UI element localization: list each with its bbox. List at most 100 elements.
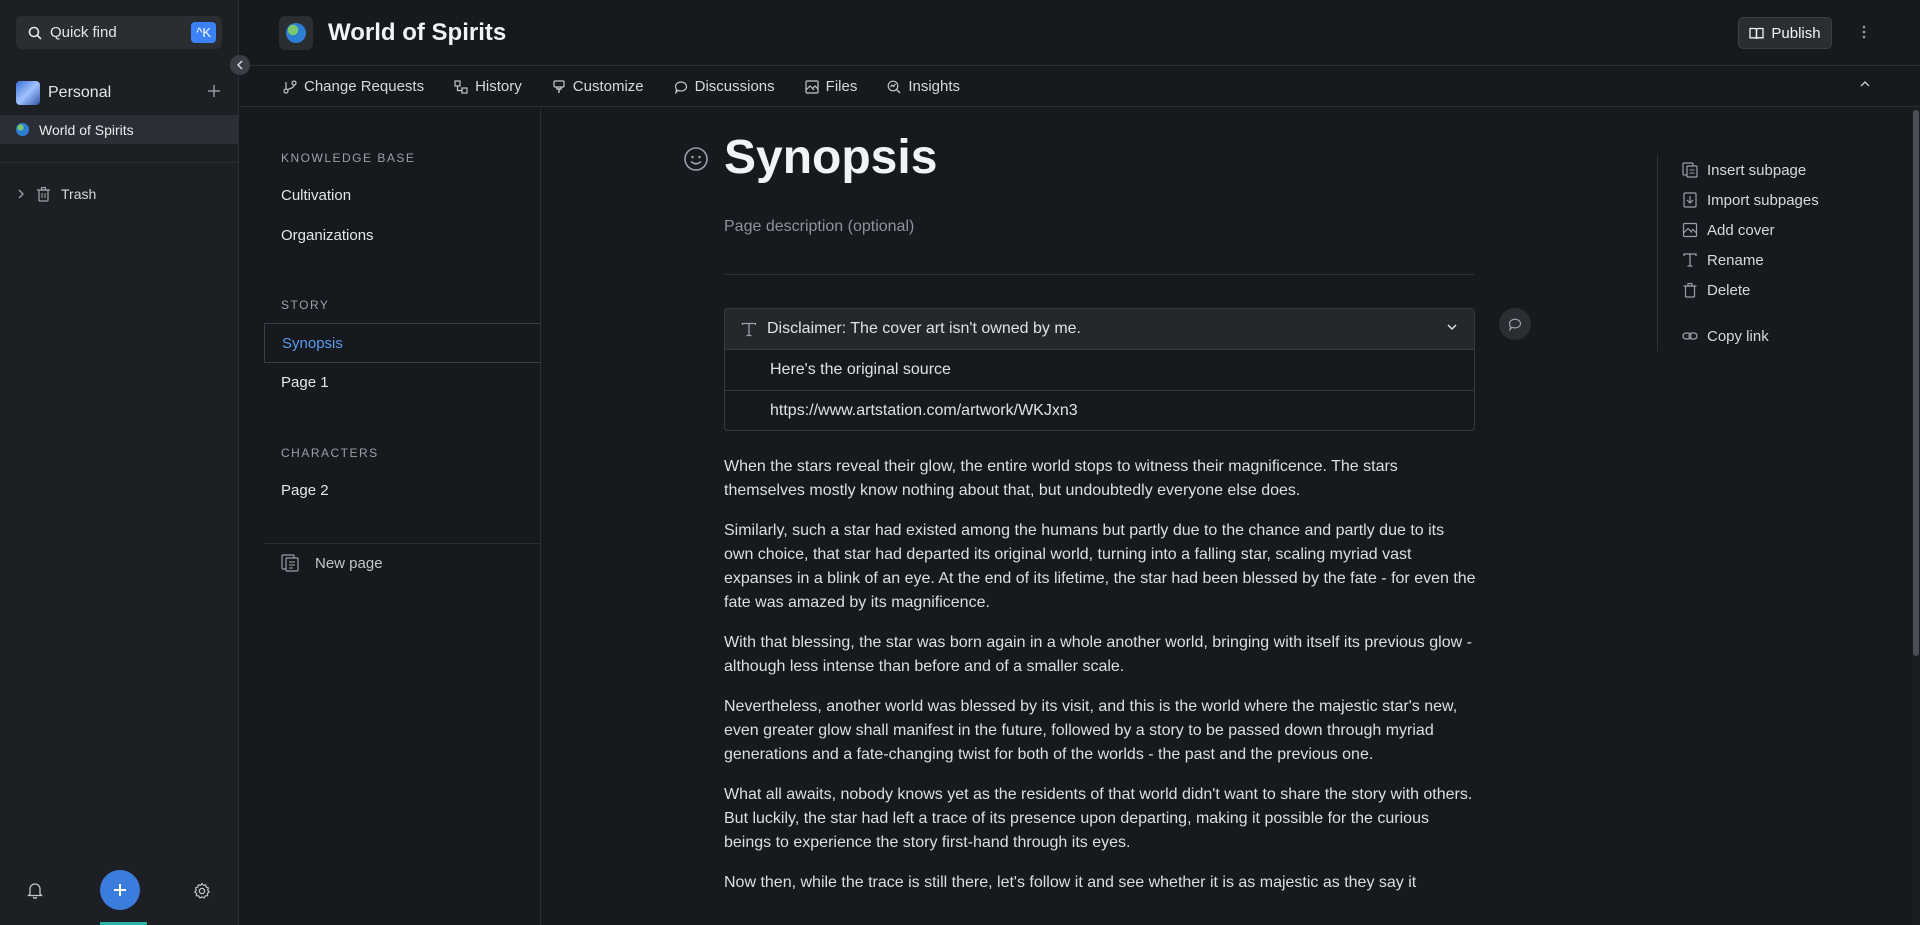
tab-change-requests[interactable]: Change Requests	[283, 78, 424, 95]
emoji-picker-icon[interactable]	[683, 146, 709, 172]
page-description-input[interactable]: Page description (optional)	[724, 218, 914, 236]
comment-icon	[1508, 318, 1522, 331]
section-label-characters: CHARACTERS	[281, 446, 379, 460]
page-item-label: Synopsis	[282, 334, 343, 352]
create-button[interactable]	[100, 870, 140, 910]
new-page-label: New page	[315, 554, 383, 572]
tab-label: Insights	[908, 78, 961, 95]
paragraph: Nevertheless, another world was blessed …	[724, 698, 1458, 763]
delete-button[interactable]: Delete	[1682, 275, 1819, 305]
globe-icon	[286, 23, 306, 43]
expandable-row: Here's the original source	[770, 361, 951, 378]
search-icon	[28, 26, 42, 40]
paragraph: When the stars reveal their glow, the en…	[724, 458, 1398, 499]
action-label: Add cover	[1707, 221, 1775, 239]
brush-icon	[552, 79, 566, 94]
tree-divider	[264, 543, 541, 544]
page-body: When the stars reveal their glow, the en…	[724, 455, 1476, 911]
chevron-right-icon[interactable]	[16, 189, 26, 199]
section-label-story: STORY	[281, 298, 330, 312]
page-title[interactable]: Synopsis	[724, 130, 937, 185]
sidebar-item-world-of-spirits[interactable]: World of Spirits	[0, 115, 239, 144]
action-label: Copy link	[1707, 327, 1769, 345]
history-icon	[454, 79, 468, 94]
page-item-page-1[interactable]: Page 1	[281, 374, 329, 391]
publish-label: Publish	[1771, 24, 1821, 42]
cover-icon	[1682, 222, 1698, 238]
title-divider	[724, 274, 1474, 275]
site-title: World of Spirits	[328, 19, 507, 46]
new-page-icon	[281, 554, 299, 572]
chevron-down-icon[interactable]	[1446, 323, 1458, 331]
tab-insights[interactable]: Insights	[887, 78, 960, 95]
sidebar-item-label: World of Spirits	[39, 121, 134, 138]
paragraph: Now then, while the trace is still there…	[724, 874, 1417, 891]
add-site-icon[interactable]	[206, 83, 222, 99]
branch-icon	[283, 79, 297, 94]
insert-subpage-button[interactable]: Insert subpage	[1682, 155, 1819, 185]
action-label: Rename	[1707, 251, 1764, 269]
app-sidebar: Quick find ^K Personal World of Spirits …	[0, 0, 239, 925]
collapse-sidebar-button[interactable]	[230, 55, 250, 75]
section-label-knowledge-base: KNOWLEDGE BASE	[281, 151, 416, 165]
comment-button[interactable]	[1499, 308, 1531, 340]
sidebar-footer	[0, 855, 239, 925]
tab-label: Customize	[572, 78, 644, 95]
tab-label: Change Requests	[304, 78, 425, 95]
site-header: World of Spirits Publish	[240, 0, 1920, 66]
chevron-up-icon[interactable]	[1860, 80, 1870, 88]
site-tabs: Change Requests History Customize Discus…	[240, 67, 1920, 107]
paragraph: What all awaits, nobody knows yet as the…	[724, 786, 1473, 851]
action-label: Delete	[1707, 281, 1751, 299]
import-subpages-button[interactable]: Import subpages	[1682, 185, 1819, 215]
new-page-button[interactable]: New page	[281, 554, 383, 572]
bell-icon[interactable]	[27, 882, 43, 899]
scrollbar-thumb[interactable]	[1913, 110, 1919, 656]
import-icon	[1682, 192, 1698, 208]
page-item-organizations[interactable]: Organizations	[281, 227, 374, 244]
quick-find-button[interactable]: Quick find ^K	[16, 16, 222, 49]
expandable-title: Disclaimer: The cover art isn't owned by…	[767, 320, 1081, 337]
tab-label: Discussions	[694, 78, 775, 95]
page-item-page-2[interactable]: Page 2	[281, 482, 329, 499]
tab-discussions[interactable]: Discussions	[674, 78, 775, 95]
link-icon	[1682, 328, 1698, 344]
copy-link-button[interactable]: Copy link	[1682, 321, 1819, 351]
chat-icon	[674, 80, 688, 94]
space-switcher[interactable]: Personal	[16, 81, 222, 105]
page-item-cultivation[interactable]: Cultivation	[281, 187, 351, 204]
action-label: Insert subpage	[1707, 161, 1807, 179]
tab-history[interactable]: History	[454, 78, 522, 95]
chevron-left-icon	[236, 60, 244, 70]
insert-subpage-icon	[1682, 162, 1698, 178]
text-icon	[1682, 252, 1698, 268]
add-cover-button[interactable]: Add cover	[1682, 215, 1819, 245]
space-avatar	[16, 81, 40, 105]
publish-button[interactable]: Publish	[1738, 17, 1832, 49]
gear-icon[interactable]	[193, 882, 211, 900]
text-icon	[741, 322, 757, 337]
space-name: Personal	[48, 84, 112, 101]
tab-customize[interactable]: Customize	[552, 78, 644, 95]
paragraph: With that blessing, the star was born ag…	[724, 634, 1472, 675]
expandable-block: Disclaimer: The cover art isn't owned by…	[724, 308, 1475, 431]
site-logo[interactable]	[279, 16, 313, 50]
paragraph: Similarly, such a star had existed among…	[724, 522, 1476, 611]
sidebar-item-trash[interactable]: Trash	[16, 186, 96, 202]
more-options-icon[interactable]	[1862, 24, 1866, 40]
globe-icon	[16, 123, 29, 136]
tab-label: Files	[825, 78, 858, 95]
page-tree: KNOWLEDGE BASE Cultivation Organizations…	[240, 108, 541, 925]
quick-find-label: Quick find	[50, 24, 117, 41]
expandable-header[interactable]: Disclaimer: The cover art isn't owned by…	[725, 309, 1474, 350]
page-item-synopsis[interactable]: Synopsis	[264, 323, 541, 363]
shortcut-badge: ^K	[191, 22, 216, 43]
action-label: Import subpages	[1707, 191, 1819, 209]
trash-icon	[36, 186, 51, 202]
tab-files[interactable]: Files	[805, 78, 858, 95]
book-icon	[1749, 27, 1765, 40]
sidebar-divider	[0, 162, 239, 163]
rename-button[interactable]: Rename	[1682, 245, 1819, 275]
expandable-link[interactable]: https://www.artstation.com/artwork/WKJxn…	[725, 390, 1474, 430]
page-actions: Insert subpage Import subpages Add cover…	[1657, 155, 1819, 351]
